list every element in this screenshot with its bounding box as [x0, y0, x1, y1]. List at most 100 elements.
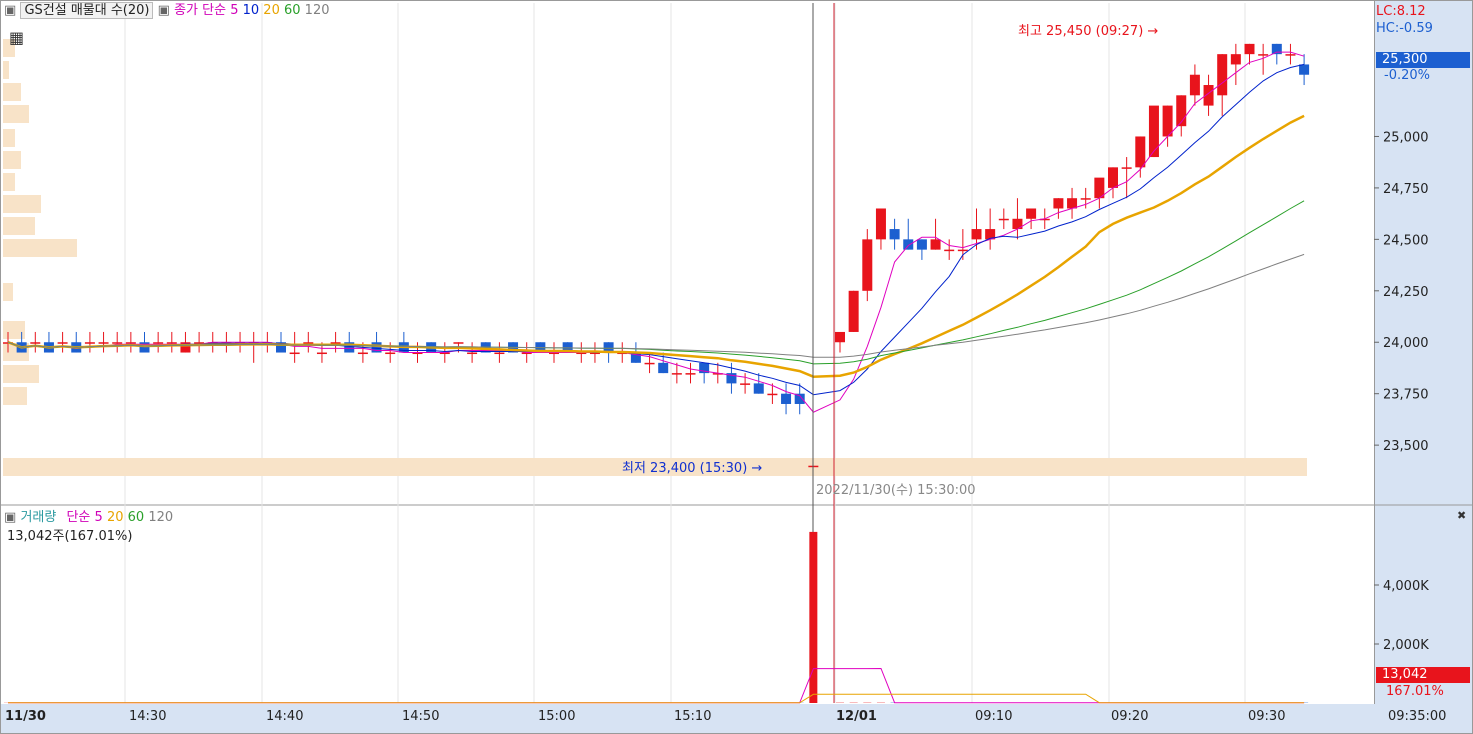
legend-toggle-icon[interactable]: ▣: [4, 3, 16, 18]
ma-period-60[interactable]: 60: [284, 3, 301, 18]
vol-ma-60[interactable]: 60: [128, 510, 145, 525]
candle-body: [971, 229, 982, 240]
candle-body: [330, 342, 341, 344]
candle-body: [740, 383, 751, 385]
time-label: 11/30: [5, 709, 46, 724]
candle-body: [875, 208, 886, 240]
candle-body: [180, 342, 191, 353]
volume-profile-bar: [3, 283, 13, 301]
volume-profile-bar: [3, 105, 29, 123]
ma-period-10[interactable]: 10: [243, 3, 260, 18]
candle-body: [1258, 54, 1269, 56]
candle-body: [1244, 43, 1255, 55]
ma-period-20[interactable]: 20: [263, 3, 280, 18]
volume-profile-bar: [3, 195, 41, 213]
volume-summary: 13,042주(167.01%): [7, 529, 133, 544]
candle-body: [835, 331, 845, 343]
candle-body: [84, 342, 95, 344]
candle-body: [658, 362, 669, 374]
crosshair-datetime: 2022/11/30(수) 15:30:00: [816, 483, 976, 498]
candle-body: [753, 383, 764, 394]
candle-body: [1121, 167, 1132, 169]
candle-body: [944, 249, 955, 252]
candle-body: [957, 249, 968, 252]
current-volume-ratio: 167.01%: [1386, 684, 1444, 699]
candle-body: [889, 229, 900, 240]
price-panel-title[interactable]: GS건설 매물대 수(20): [20, 2, 154, 19]
hc-indicator: HC:-0.59: [1376, 21, 1433, 36]
candle-body: [930, 239, 941, 250]
candle-body: [1162, 105, 1173, 137]
price-panel-header: ▣ GS건설 매물대 수(20) ▣ 종가 단순 5 10 20 60 120: [4, 2, 330, 19]
time-label: 14:30: [129, 709, 167, 724]
legend-toggle-icon[interactable]: ▣: [4, 510, 16, 525]
current-change: -0.20%: [1384, 68, 1430, 83]
ma-period-120[interactable]: 120: [305, 3, 330, 18]
vol-ma-20[interactable]: 20: [107, 510, 124, 525]
time-label: 15:00: [538, 709, 576, 724]
high-annotation: 최고 25,450 (09:27) →: [1018, 24, 1159, 39]
candle-body: [1108, 167, 1118, 188]
candle-body: [357, 352, 368, 355]
price-tick-label: 24,250: [1383, 285, 1429, 300]
ma-toggle-icon[interactable]: ▣: [158, 3, 170, 18]
volume-profile-bar: [3, 217, 35, 235]
ma-period-5[interactable]: 5: [230, 3, 238, 18]
candle-body: [166, 342, 177, 344]
candle-body: [1299, 64, 1310, 75]
arrow-right-icon: →: [747, 461, 763, 476]
volume-ma-line: [8, 693, 1305, 704]
candle-body: [125, 342, 136, 344]
volume-profile-bar: [3, 151, 21, 169]
candle-body: [98, 342, 109, 344]
candle-body: [644, 362, 655, 365]
ma-label[interactable]: 종가 단순: [174, 3, 226, 18]
volume-bar: [809, 531, 818, 703]
candle-body: [30, 342, 41, 344]
candle-body: [903, 239, 914, 250]
vol-ma-5[interactable]: 5: [95, 510, 103, 525]
lc-indicator: LC:8.12: [1376, 4, 1426, 19]
time-label: 12/01: [836, 709, 877, 724]
candle-body: [916, 239, 927, 250]
candle-body: [848, 290, 859, 332]
vol-ma-120[interactable]: 120: [148, 510, 173, 525]
price-tick-label: 25,000: [1383, 130, 1429, 145]
chart-border: [0, 0, 1473, 734]
candle-body: [671, 373, 682, 375]
price-tick-label: 23,500: [1383, 439, 1429, 454]
candle-body: [289, 352, 300, 355]
volume-panel-header: ▣ 거래량 단순 5 20 60 120: [4, 510, 173, 526]
ma-line-20: [7, 114, 1305, 378]
ma-line-60: [7, 253, 1305, 358]
time-label: 14:50: [402, 709, 440, 724]
candle-body: [767, 393, 778, 396]
candle-body: [1135, 136, 1146, 168]
volume-tick-label: 4,000K: [1383, 579, 1429, 594]
candle-body: [316, 352, 327, 355]
close-icon[interactable]: ✖: [1457, 508, 1466, 524]
low-annotation: 최저 23,400 (15:30) →: [622, 461, 763, 476]
volume-title[interactable]: 거래량: [20, 510, 56, 525]
grid-table-icon[interactable]: ▦: [9, 30, 24, 46]
candle-body: [998, 218, 1009, 221]
candle-body: [385, 352, 396, 355]
volume-profile-bar: [3, 239, 77, 257]
candle-body: [1026, 208, 1037, 219]
candle-body: [1053, 198, 1064, 209]
candle-body: [1080, 198, 1091, 200]
volume-profile-bar: [3, 387, 27, 405]
vol-ma-label[interactable]: 단순: [66, 510, 90, 525]
cursor-time: 09:35:00: [1388, 709, 1447, 724]
price-tick-label: 24,750: [1383, 182, 1429, 197]
chart-canvas[interactable]: 23,500 23,750 24,000 24,250 24,500 24,750 25,0…: [0, 0, 1473, 734]
volume-profile-bar: [3, 83, 21, 101]
candle-body: [1148, 105, 1159, 158]
price-tick-label: 23,750: [1383, 388, 1429, 403]
current-price-badge: 25,300: [1376, 52, 1470, 68]
candle-body: [453, 342, 464, 344]
current-volume-badge: 13,042: [1376, 667, 1470, 683]
volume-profile-bar: [3, 129, 15, 147]
volume-profile-bar: [3, 61, 9, 79]
candle-body: [112, 342, 123, 344]
